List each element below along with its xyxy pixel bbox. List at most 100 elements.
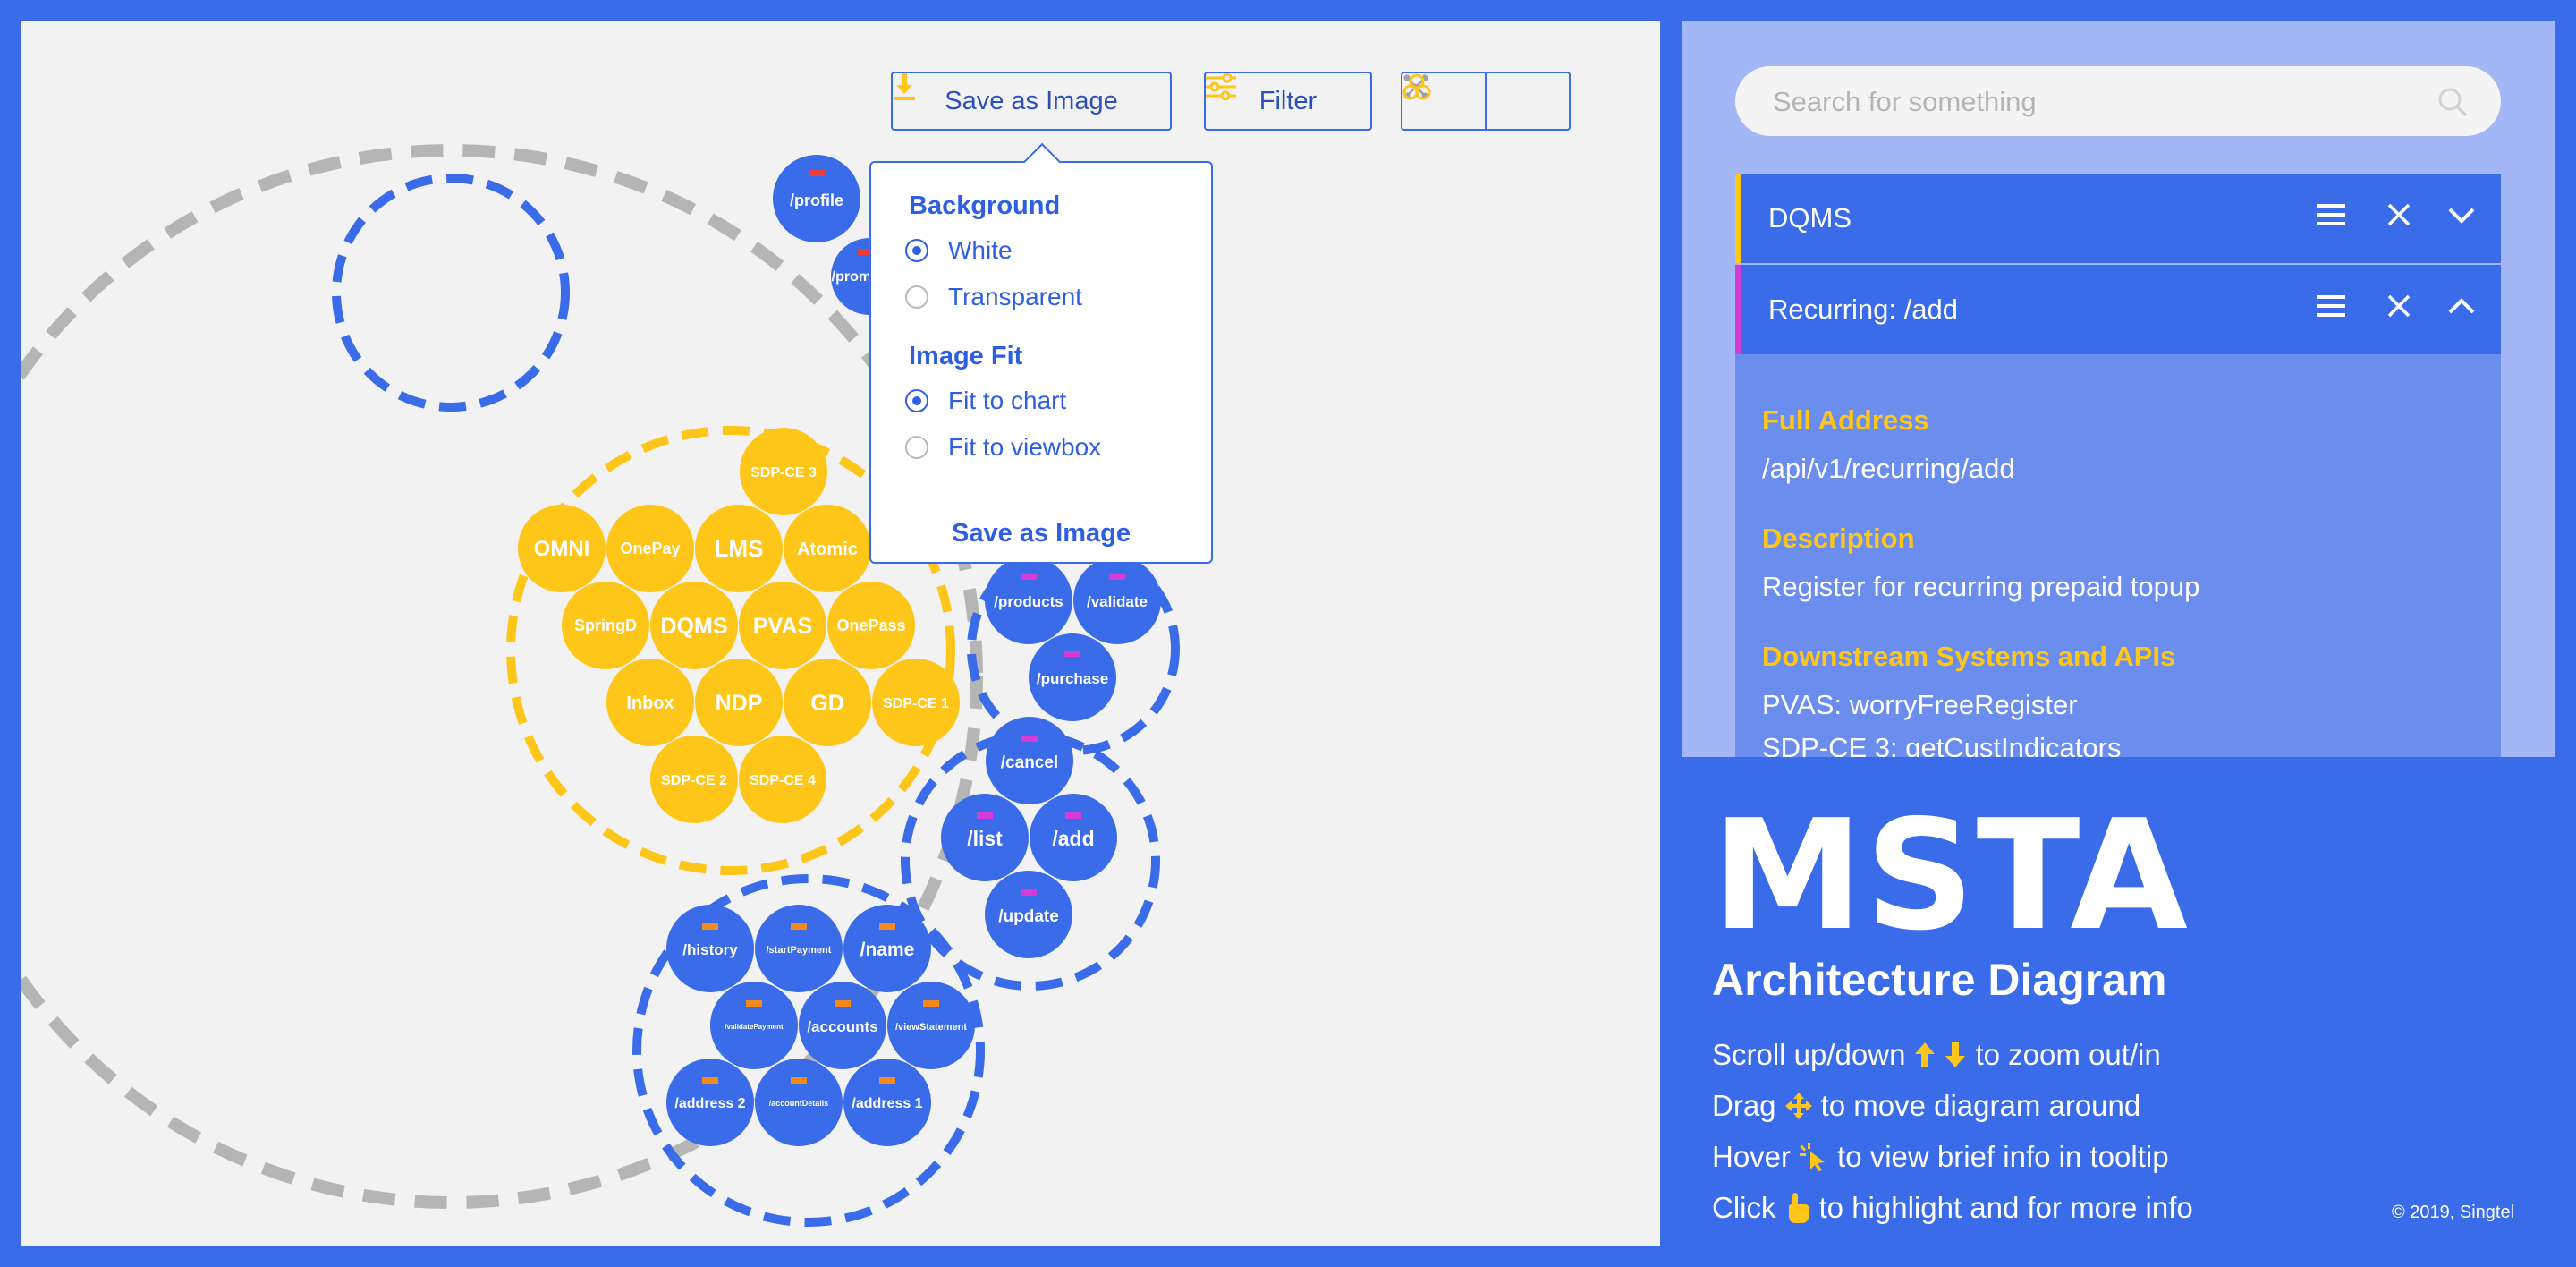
node-address-1[interactable]: /address 1 bbox=[843, 1059, 931, 1146]
node-lms[interactable]: LMS bbox=[695, 505, 783, 592]
node-marker bbox=[702, 923, 718, 930]
node-name[interactable]: /name bbox=[843, 905, 931, 992]
search-input[interactable] bbox=[1771, 66, 2419, 138]
node-pvas[interactable]: PVAS bbox=[739, 582, 826, 669]
node-marker bbox=[809, 170, 825, 176]
node-add[interactable]: /add bbox=[1030, 794, 1117, 881]
background-option-transparent[interactable]: Transparent bbox=[905, 283, 1082, 311]
popover-save-button[interactable]: Save as Image bbox=[871, 519, 1211, 548]
hint-pre: Drag bbox=[1712, 1089, 1776, 1122]
node-purchase[interactable]: /purchase bbox=[1029, 634, 1116, 721]
node-validatepayment[interactable]: /validatePayment bbox=[710, 982, 798, 1069]
node-marker bbox=[746, 1000, 762, 1007]
node-sdp-ce-1[interactable]: SDP-CE 1 bbox=[872, 659, 960, 746]
node-label: SDP-CE 2 bbox=[661, 773, 727, 788]
panel-recurring-add[interactable]: Recurring: /add bbox=[1735, 265, 2501, 354]
node-label: /accounts bbox=[807, 1018, 877, 1035]
node-profile[interactable]: /profile bbox=[773, 155, 860, 242]
circles-icon bbox=[1402, 73, 1431, 100]
bubble-diagram[interactable]: /profile /promoI SDP-CE 3 OMNI OnePay LM… bbox=[21, 21, 1660, 1246]
node-label: Inbox bbox=[626, 693, 674, 713]
copyright: © 2019, Singtel bbox=[2392, 1203, 2515, 1222]
node-label: OnePay bbox=[620, 540, 680, 557]
radio-selected[interactable] bbox=[905, 239, 928, 262]
node-marker bbox=[702, 1077, 718, 1084]
hint-post: to view brief info in tooltip bbox=[1837, 1140, 2169, 1173]
node-accounts[interactable]: /accounts bbox=[799, 982, 886, 1069]
node-inbox[interactable]: Inbox bbox=[606, 659, 694, 746]
move-icon bbox=[1784, 1093, 1812, 1119]
downstream-item: SDP-CE 3: getCustIndicators bbox=[1762, 732, 2122, 757]
detail-panel: Full Address /api/v1/recurring/add Descr… bbox=[1735, 354, 2501, 757]
menu-icon[interactable] bbox=[2317, 293, 2345, 319]
close-icon[interactable] bbox=[2386, 293, 2411, 319]
node-marker bbox=[879, 1077, 895, 1084]
node-onepass[interactable]: OnePass bbox=[827, 582, 915, 669]
node-label: OMNI bbox=[534, 537, 590, 561]
full-address-label: Full Address bbox=[1762, 404, 1929, 436]
node-springd[interactable]: SpringD bbox=[562, 582, 649, 669]
node-update[interactable]: /update bbox=[985, 871, 1072, 958]
filter-label: Filter bbox=[1258, 86, 1318, 115]
node-validate[interactable]: /validate bbox=[1073, 557, 1161, 644]
node-omni[interactable]: OMNI bbox=[518, 505, 606, 592]
node-marker bbox=[879, 923, 895, 930]
diagram-canvas[interactable]: /profile /promoI SDP-CE 3 OMNI OnePay LM… bbox=[21, 21, 1660, 1246]
radio-unselected[interactable] bbox=[905, 285, 928, 309]
node-label: /history bbox=[682, 941, 738, 958]
node-startpayment[interactable]: /startPayment bbox=[755, 905, 843, 992]
radio-unselected[interactable] bbox=[905, 436, 928, 459]
search-icon[interactable] bbox=[2436, 86, 2469, 118]
cursor-click-icon bbox=[1800, 1143, 1826, 1171]
node-accountdetails[interactable]: /accountDetails bbox=[755, 1059, 843, 1146]
arrow-down-icon bbox=[1945, 1042, 1966, 1067]
hint-post: to highlight and for more info bbox=[1818, 1191, 2193, 1224]
node-label: Atomic bbox=[797, 540, 858, 559]
fit-option-viewbox[interactable]: Fit to viewbox bbox=[905, 433, 1101, 462]
node-marker bbox=[1109, 574, 1125, 580]
node-gd[interactable]: GD bbox=[784, 659, 871, 746]
layout-toggle-group bbox=[1401, 72, 1571, 131]
node-label: SDP-CE 3 bbox=[750, 465, 817, 480]
background-heading: Background bbox=[909, 191, 1061, 220]
app-subtitle: Architecture Diagram bbox=[1712, 955, 2167, 1005]
node-products[interactable]: /products bbox=[985, 557, 1072, 644]
node-label: NDP bbox=[716, 691, 763, 716]
sidebar: DQMS Recurring: /add Full Address /api/v… bbox=[1682, 21, 2555, 757]
pointing-hand-icon bbox=[1788, 1193, 1809, 1223]
option-label: Transparent bbox=[948, 283, 1082, 310]
save-as-image-button[interactable]: Save as Image bbox=[891, 72, 1172, 131]
filter-button[interactable]: Filter bbox=[1204, 72, 1372, 131]
option-label: Fit to viewbox bbox=[948, 433, 1102, 461]
node-address-2[interactable]: /address 2 bbox=[666, 1059, 754, 1146]
downstream-item: PVAS: worryFreeRegister bbox=[1762, 689, 2078, 720]
node-history[interactable]: /history bbox=[666, 905, 754, 992]
node-label: /address 1 bbox=[852, 1096, 922, 1111]
close-icon[interactable] bbox=[2386, 202, 2411, 227]
radio-selected[interactable] bbox=[905, 389, 928, 412]
node-cancel[interactable]: /cancel bbox=[986, 717, 1073, 804]
node-sdp-ce-3[interactable]: SDP-CE 3 bbox=[740, 428, 827, 515]
node-list[interactable]: /list bbox=[941, 794, 1029, 881]
node-ndp[interactable]: NDP bbox=[695, 659, 783, 746]
fit-option-chart[interactable]: Fit to chart bbox=[905, 387, 1066, 415]
node-viewstatement[interactable]: /viewStatement bbox=[887, 982, 975, 1069]
node-sdp-ce-2[interactable]: SDP-CE 2 bbox=[650, 736, 738, 823]
chevron-down-icon[interactable] bbox=[2447, 202, 2476, 227]
background-option-white[interactable]: White bbox=[905, 236, 1013, 265]
chevron-up-icon[interactable] bbox=[2447, 293, 2476, 319]
node-dqms[interactable]: DQMS bbox=[650, 582, 738, 669]
node-label: /profile bbox=[790, 191, 843, 209]
node-label: /accountDetails bbox=[769, 1099, 829, 1108]
panel-dqms[interactable]: DQMS bbox=[1735, 174, 2501, 263]
node-atomic[interactable]: Atomic bbox=[784, 505, 871, 592]
node-onepay[interactable]: OnePay bbox=[606, 505, 694, 592]
bubble-view-button[interactable] bbox=[1402, 73, 1569, 129]
sliders-icon bbox=[1206, 73, 1236, 100]
node-sdp-ce-4[interactable]: SDP-CE 4 bbox=[739, 736, 826, 823]
hint-click: Click to highlight and for more info bbox=[1712, 1191, 2193, 1225]
menu-icon[interactable] bbox=[2317, 202, 2345, 227]
node-marker bbox=[1021, 736, 1038, 742]
node-marker bbox=[923, 1000, 939, 1007]
node-label: /name bbox=[860, 940, 915, 960]
